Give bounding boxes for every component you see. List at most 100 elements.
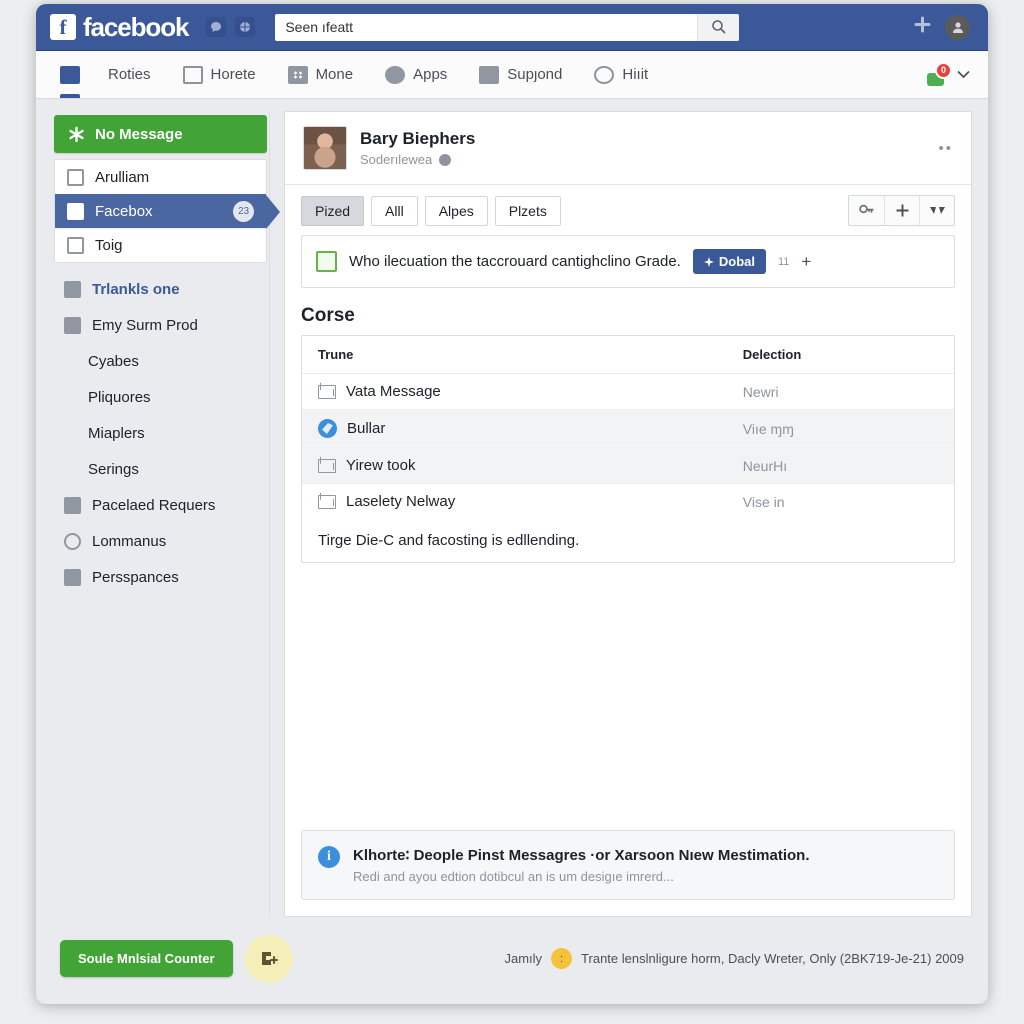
section-title: Corse <box>301 305 355 326</box>
search-input[interactable] <box>275 13 698 41</box>
soule-mnlsial-counter-button[interactable]: Soule Mnlsial Counter <box>60 940 233 977</box>
sidebar-item-label: Arulliam <box>95 168 150 186</box>
chart-icon <box>316 251 337 272</box>
calendar-icon <box>67 237 84 254</box>
main-spacer <box>285 563 971 830</box>
globe-icon <box>439 153 452 166</box>
friend-add-icon[interactable] <box>914 16 931 38</box>
composer-row[interactable]: Who ilecuation the taccrouard cantighcli… <box>301 235 955 288</box>
shape-icon <box>64 568 81 586</box>
nav-item-roties[interactable]: Roties <box>92 51 167 98</box>
chevron-down-icon[interactable] <box>957 67 970 82</box>
nav-item-mone[interactable]: Mone <box>272 51 370 98</box>
sidebar-item-trlankls-one[interactable]: Trlankls one <box>52 271 269 307</box>
sidebar-item-label: Emy Surm Prod <box>92 316 198 334</box>
mail-icon <box>318 458 336 473</box>
sidebar-group: Arulliam Facebox 23 Toig <box>54 159 280 263</box>
facebook-logo-icon[interactable]: f <box>50 14 76 40</box>
table-footer-note: Tirge Die-C and facosting is edllending. <box>302 519 954 562</box>
footer-note-prefix: Jamıly <box>504 951 543 966</box>
table-header-row: Trune Delection <box>302 336 954 374</box>
messenger-icon[interactable]: 0 <box>927 61 952 86</box>
mail-open-icon <box>318 494 336 509</box>
search-bar[interactable] <box>275 13 740 41</box>
apps-icon <box>385 65 406 84</box>
table-row[interactable]: Bullar Viıe ɱɱ <box>302 409 954 448</box>
home-icon <box>182 65 203 84</box>
nav-item-hiit[interactable]: Hiıit <box>578 51 664 98</box>
tab-plzets[interactable]: Plzets <box>494 195 561 226</box>
info-banner-subtitle: Redi and ayou edtion dotibcul an is um d… <box>353 869 674 884</box>
more-options-icon[interactable]: •• <box>938 140 953 157</box>
key-icon[interactable] <box>849 196 884 225</box>
chat-icon[interactable] <box>206 17 227 37</box>
tab-pized[interactable]: Pized <box>301 195 365 226</box>
plus-icon[interactable]: + <box>801 252 811 272</box>
nav-item-apps[interactable]: Apps <box>369 51 463 98</box>
dobal-button-label: Dobal <box>718 254 755 269</box>
topbar-mini-icon-group <box>206 17 256 37</box>
board-icon <box>67 168 84 186</box>
sidebar-item-facebox[interactable]: Facebox 23 <box>55 194 280 229</box>
tab-label: Plzets <box>508 202 547 219</box>
nav-item-newsfeed[interactable] <box>48 51 92 98</box>
image-icon <box>479 65 500 84</box>
sidebar-item-pacelaed-requers[interactable]: Pacelaed Requers <box>52 487 269 523</box>
tab-alpes[interactable]: Alpes <box>424 195 488 226</box>
content-area: No Message Arulliam Facebox 23 Toig Trla… <box>36 99 988 917</box>
dobal-button[interactable]: Dobal <box>692 249 766 274</box>
nav-item-label: Apps <box>413 66 448 83</box>
sidebar-item-persspances[interactable]: Persspances <box>52 559 269 595</box>
navbar-right-group: 0 <box>927 51 988 98</box>
composer-count: 11 <box>777 255 790 268</box>
sidebar-plain-list: Trlankls one Emy Surm Prod Cyabes Pliquo… <box>52 271 269 595</box>
row-name: Bullar <box>347 420 386 437</box>
account-avatar-icon[interactable] <box>945 14 970 40</box>
no-message-button[interactable]: No Message <box>54 115 267 153</box>
info-banner: i Klhorte∶ Deople Pinst Messagres ·or Xa… <box>301 830 955 900</box>
asterisk-icon <box>69 126 84 142</box>
avatar[interactable] <box>303 126 347 170</box>
table-row[interactable]: Laselety Nelway Vise in <box>302 484 954 520</box>
tab-bar: Pized Alll Alpes Plzets <box>285 185 971 226</box>
info-text-block: Klhorte∶ Deople Pinst Messagres ·or Xars… <box>353 846 810 884</box>
sparkle-icon <box>703 256 714 267</box>
network-icon <box>64 316 81 334</box>
sidebar-item-pliquores[interactable]: Pliquores <box>52 379 269 415</box>
footer-bar: Soule Mnlsial Counter Jamıly : Trante le… <box>36 917 988 1000</box>
sidebar-item-label: Toig <box>95 237 123 254</box>
card-icon <box>64 280 81 298</box>
plus-icon[interactable] <box>884 196 919 225</box>
footer-note-text: Trante lenslnligure horm, Dacly Wreter, … <box>581 951 964 966</box>
tab-alll[interactable]: Alll <box>371 195 418 226</box>
sidebar-item-toig[interactable]: Toig <box>55 228 266 262</box>
data-table: Trune Delection Vata Message Newri Bulla… <box>302 336 954 519</box>
column-header-delection: Delection <box>726 336 954 374</box>
footer-button-label: Soule Mnlsial Counter <box>78 951 215 966</box>
row-status: Viıe ɱɱ <box>726 409 954 448</box>
nav-item-horete[interactable]: Horete <box>167 51 272 98</box>
sidebar-item-lommanus[interactable]: Lommanus <box>52 523 269 559</box>
sidebar-item-label: Trlankls one <box>92 280 180 298</box>
globe-icon[interactable] <box>235 17 256 37</box>
search-button[interactable] <box>697 13 740 41</box>
sidebar-item-label: Facebox <box>95 203 153 220</box>
main-panel: Bary Biephers Soderılewea •• Pized Alll … <box>284 111 972 917</box>
sidebar-item-cyabes[interactable]: Cyabes <box>52 343 269 379</box>
tab-label: Alpes <box>438 202 474 219</box>
sidebar-item-miaplers[interactable]: Miaplers <box>52 415 269 451</box>
sidebar-item-arulliam[interactable]: Arulliam <box>55 160 266 194</box>
glasses-icon[interactable] <box>919 196 954 225</box>
sidebar-item-serings[interactable]: Serings <box>52 451 269 487</box>
nav-item-supjond[interactable]: Supȷond <box>463 51 578 98</box>
no-message-button-label: No Message <box>95 125 183 143</box>
grid-icon <box>287 65 308 84</box>
nav-item-label: Supȷond <box>507 66 563 83</box>
sidebar: No Message Arulliam Facebox 23 Toig Trla… <box>52 111 280 917</box>
notification-badge: 0 <box>935 61 952 79</box>
add-contact-icon[interactable] <box>244 934 293 983</box>
sidebar-item-emy-surm-prod[interactable]: Emy Surm Prod <box>52 307 269 343</box>
table-row[interactable]: Vata Message Newri <box>302 373 954 410</box>
footer-note: Jamıly : Trante lenslnligure horm, Dacly… <box>504 948 964 969</box>
table-row[interactable]: Yirew took NeurHı <box>302 447 954 484</box>
